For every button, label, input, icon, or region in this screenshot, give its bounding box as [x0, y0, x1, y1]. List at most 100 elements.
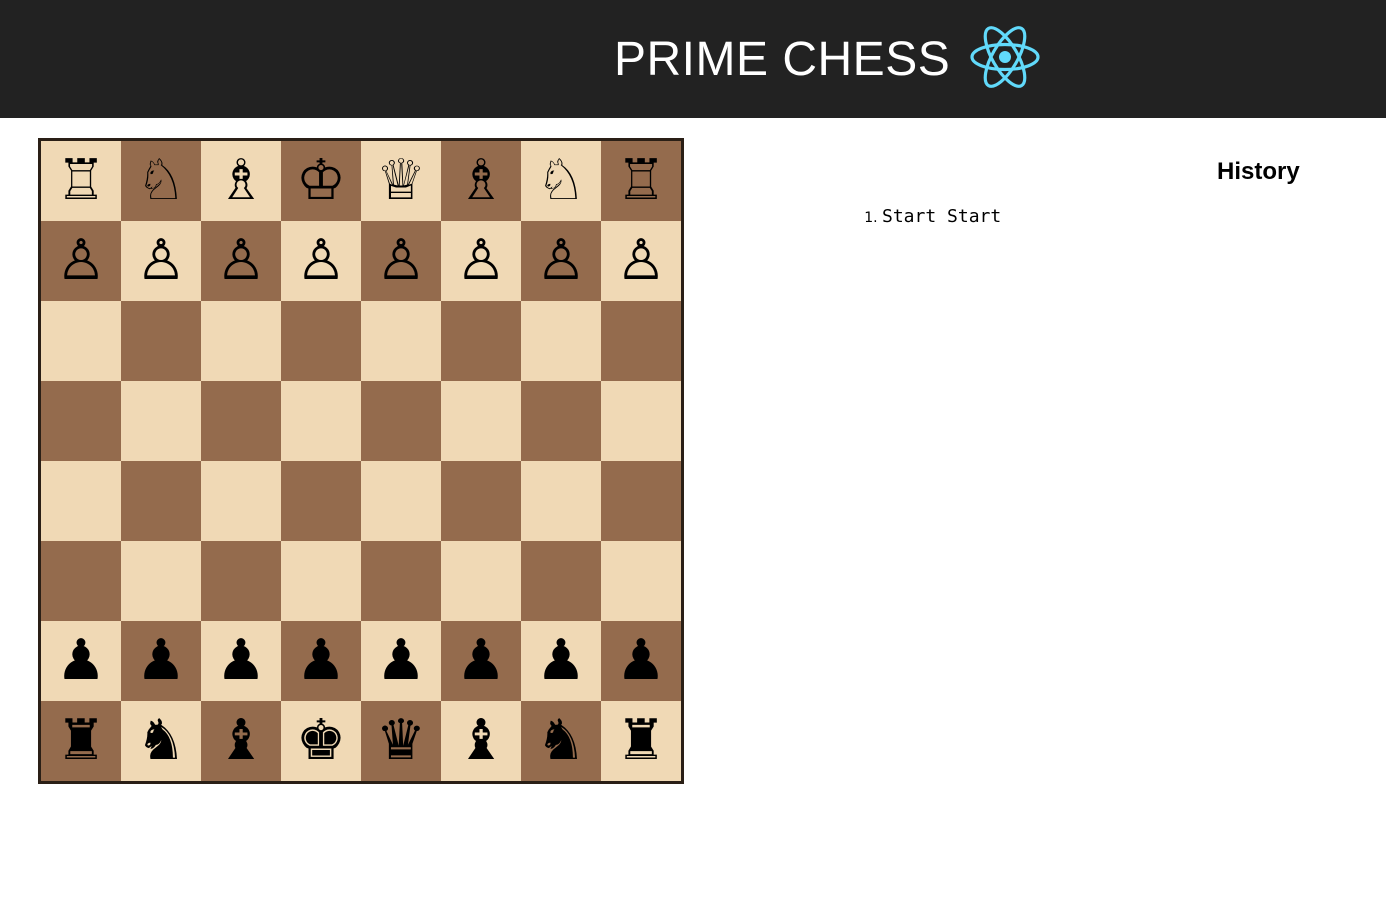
square-e3[interactable] — [361, 541, 441, 621]
chess-piece[interactable]: ♔ — [296, 153, 346, 209]
history-title: History — [1217, 158, 1300, 185]
square-c1[interactable]: ♝ — [201, 701, 281, 781]
chess-piece[interactable]: ♕ — [376, 153, 426, 209]
square-b1[interactable]: ♞ — [121, 701, 201, 781]
chess-piece[interactable]: ♛ — [376, 713, 426, 769]
square-e6[interactable] — [361, 301, 441, 381]
chess-piece[interactable]: ♖ — [616, 153, 666, 209]
square-a1[interactable]: ♜ — [41, 701, 121, 781]
chess-piece[interactable]: ♚ — [296, 713, 346, 769]
square-a6[interactable] — [41, 301, 121, 381]
square-c8[interactable]: ♗ — [201, 141, 281, 221]
square-a4[interactable] — [41, 461, 121, 541]
square-e1[interactable]: ♛ — [361, 701, 441, 781]
chess-piece[interactable]: ♟ — [536, 633, 586, 689]
square-f1[interactable]: ♝ — [441, 701, 521, 781]
square-b5[interactable] — [121, 381, 201, 461]
square-g1[interactable]: ♞ — [521, 701, 601, 781]
square-a8[interactable]: ♖ — [41, 141, 121, 221]
square-g5[interactable] — [521, 381, 601, 461]
chess-piece[interactable]: ♝ — [216, 713, 266, 769]
chess-piece[interactable]: ♟ — [136, 633, 186, 689]
chess-piece[interactable]: ♘ — [536, 153, 586, 209]
square-h4[interactable] — [601, 461, 681, 541]
chess-piece[interactable]: ♞ — [536, 713, 586, 769]
square-c2[interactable]: ♟ — [201, 621, 281, 701]
square-g2[interactable]: ♟ — [521, 621, 601, 701]
square-c3[interactable] — [201, 541, 281, 621]
chess-piece[interactable]: ♞ — [136, 713, 186, 769]
square-h8[interactable]: ♖ — [601, 141, 681, 221]
square-b8[interactable]: ♘ — [121, 141, 201, 221]
chess-piece[interactable]: ♙ — [536, 233, 586, 289]
square-d4[interactable] — [281, 461, 361, 541]
square-e4[interactable] — [361, 461, 441, 541]
square-f4[interactable] — [441, 461, 521, 541]
chess-piece[interactable]: ♖ — [56, 153, 106, 209]
square-a7[interactable]: ♙ — [41, 221, 121, 301]
square-f2[interactable]: ♟ — [441, 621, 521, 701]
chess-piece[interactable]: ♙ — [56, 233, 106, 289]
chess-piece[interactable]: ♗ — [216, 153, 266, 209]
chess-piece[interactable]: ♙ — [216, 233, 266, 289]
square-h3[interactable] — [601, 541, 681, 621]
square-c5[interactable] — [201, 381, 281, 461]
square-h6[interactable] — [601, 301, 681, 381]
chess-piece[interactable]: ♟ — [376, 633, 426, 689]
square-h1[interactable]: ♜ — [601, 701, 681, 781]
chess-piece[interactable]: ♜ — [616, 713, 666, 769]
square-f7[interactable]: ♙ — [441, 221, 521, 301]
square-e7[interactable]: ♙ — [361, 221, 441, 301]
chess-piece[interactable]: ♜ — [56, 713, 106, 769]
chess-piece[interactable]: ♟ — [296, 633, 346, 689]
square-b2[interactable]: ♟ — [121, 621, 201, 701]
chess-piece[interactable]: ♙ — [616, 233, 666, 289]
square-f5[interactable] — [441, 381, 521, 461]
chess-piece[interactable]: ♙ — [136, 233, 186, 289]
chess-piece[interactable]: ♘ — [136, 153, 186, 209]
square-e8[interactable]: ♕ — [361, 141, 441, 221]
square-b7[interactable]: ♙ — [121, 221, 201, 301]
history-move-item[interactable]: Start Start — [882, 205, 1001, 229]
chess-piece[interactable]: ♝ — [456, 713, 506, 769]
square-g6[interactable] — [521, 301, 601, 381]
square-d3[interactable] — [281, 541, 361, 621]
square-b3[interactable] — [121, 541, 201, 621]
square-b6[interactable] — [121, 301, 201, 381]
square-g7[interactable]: ♙ — [521, 221, 601, 301]
square-d7[interactable]: ♙ — [281, 221, 361, 301]
square-d8[interactable]: ♔ — [281, 141, 361, 221]
square-d6[interactable] — [281, 301, 361, 381]
chess-piece[interactable]: ♟ — [216, 633, 266, 689]
chess-piece[interactable]: ♟ — [456, 633, 506, 689]
square-f8[interactable]: ♗ — [441, 141, 521, 221]
chess-piece[interactable]: ♟ — [56, 633, 106, 689]
chess-piece[interactable]: ♟ — [616, 633, 666, 689]
square-d5[interactable] — [281, 381, 361, 461]
square-c4[interactable] — [201, 461, 281, 541]
square-f3[interactable] — [441, 541, 521, 621]
chess-piece[interactable]: ♙ — [456, 233, 506, 289]
square-e5[interactable] — [361, 381, 441, 461]
square-g3[interactable] — [521, 541, 601, 621]
chess-piece[interactable]: ♙ — [296, 233, 346, 289]
square-a5[interactable] — [41, 381, 121, 461]
chess-piece[interactable]: ♙ — [376, 233, 426, 289]
square-d1[interactable]: ♚ — [281, 701, 361, 781]
square-a2[interactable]: ♟ — [41, 621, 121, 701]
square-c7[interactable]: ♙ — [201, 221, 281, 301]
square-g4[interactable] — [521, 461, 601, 541]
square-f6[interactable] — [441, 301, 521, 381]
square-h7[interactable]: ♙ — [601, 221, 681, 301]
square-h5[interactable] — [601, 381, 681, 461]
chess-board: ♖ ♘ ♗ ♔ ♕ ♗ ♘ ♖ ♙ ♙ ♙ ♙ ♙ ♙ ♙ ♙ ♟ ♟ ♟ ♟ ♟ ♟ ♟ ♟ ♜ ♞ ♝ ♚ ♛ ♝ ♞ ♜ — [38, 138, 684, 784]
app-title: PRIME CHESS — [614, 33, 951, 86]
chess-piece[interactable]: ♗ — [456, 153, 506, 209]
square-b4[interactable] — [121, 461, 201, 541]
square-e2[interactable]: ♟ — [361, 621, 441, 701]
square-a3[interactable] — [41, 541, 121, 621]
square-c6[interactable] — [201, 301, 281, 381]
square-g8[interactable]: ♘ — [521, 141, 601, 221]
square-d2[interactable]: ♟ — [281, 621, 361, 701]
square-h2[interactable]: ♟ — [601, 621, 681, 701]
